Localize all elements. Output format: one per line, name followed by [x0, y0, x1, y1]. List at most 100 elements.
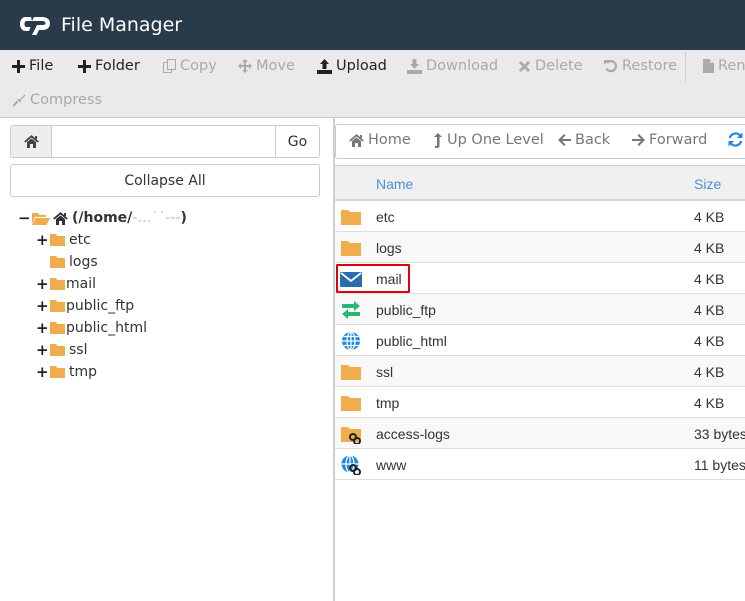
tree-root[interactable]: − (/home/‐…˙˙‐‐‐) [18, 207, 187, 229]
file-size: 4 KB [694, 209, 725, 225]
folder-icon [50, 322, 65, 334]
tree-item-public-html[interactable]: + public_html [18, 317, 187, 339]
table-row[interactable]: logs 4 KB [335, 232, 745, 263]
folder-icon [50, 234, 65, 246]
copy-icon [163, 59, 176, 73]
file-size: 33 bytes [694, 426, 745, 442]
table-header: Name Size [335, 166, 745, 201]
up-one-level-button[interactable]: Up One Level [433, 132, 544, 148]
file-name: ssl [376, 364, 394, 380]
toolbar: File Folder Copy Move Upload Download De… [0, 50, 745, 118]
folder-tree: − (/home/‐…˙˙‐‐‐) + etc logs + mail + pu… [18, 207, 187, 383]
file-size: 11 bytes [694, 457, 745, 473]
table-row[interactable]: mail 4 KB [335, 263, 745, 294]
expand-toggle[interactable]: + [36, 364, 49, 380]
restore-button[interactable]: Restore [604, 58, 677, 74]
file-size: 4 KB [694, 395, 725, 411]
expand-toggle[interactable]: + [36, 298, 49, 314]
back-button[interactable]: Back [558, 132, 610, 148]
download-button[interactable]: Download [407, 58, 498, 74]
compress-icon [13, 93, 26, 107]
path-home-button[interactable] [11, 126, 52, 157]
table-row[interactable]: tmp 4 KB [335, 387, 745, 418]
file-name: etc [376, 209, 395, 225]
folder-icon [50, 300, 65, 312]
upload-icon [317, 58, 332, 74]
column-header-size[interactable]: Size [694, 176, 721, 192]
path-input[interactable] [52, 126, 275, 157]
file-list-panel: Home Up One Level Back Forward Name Size… [335, 118, 745, 601]
folder-icon [341, 396, 361, 411]
rename-button[interactable]: Rena [703, 58, 745, 74]
toolbar-separator [685, 52, 686, 82]
go-button[interactable]: Go [275, 126, 319, 157]
table-row[interactable]: public_ftp 4 KB [335, 294, 745, 325]
undo-icon [604, 60, 617, 73]
path-bar: Go [10, 125, 320, 158]
file-name: logs [376, 240, 402, 256]
file-size: 4 KB [694, 333, 725, 349]
table-body: etc 4 KB logs 4 KB mail 4 KB public_ftp … [335, 201, 745, 480]
folder-link-icon [341, 427, 361, 444]
tree-item-logs[interactable]: logs [18, 251, 187, 273]
reload-button[interactable] [728, 132, 743, 147]
download-icon [407, 58, 422, 74]
file-name: public_ftp [376, 302, 436, 318]
table-row[interactable]: www 11 bytes [335, 449, 745, 480]
directory-tree-panel: Go Collapse All − (/home/‐…˙˙‐‐‐) + etc … [0, 118, 335, 601]
column-header-name[interactable]: Name [376, 176, 413, 192]
navigation-bar: Home Up One Level Back Forward [335, 124, 745, 159]
compress-button[interactable]: Compress [13, 92, 102, 108]
folder-open-icon [32, 212, 50, 225]
file-icon [703, 59, 714, 73]
arrow-left-icon [558, 134, 571, 146]
cpanel-logo-icon [20, 17, 50, 35]
forward-button[interactable]: Forward [632, 132, 707, 148]
file-size: 4 KB [694, 302, 725, 318]
plus-icon [12, 59, 25, 73]
upload-button[interactable]: Upload [317, 58, 387, 74]
expand-toggle[interactable]: + [36, 342, 49, 358]
close-icon [519, 60, 530, 72]
expand-toggle[interactable]: + [36, 232, 49, 248]
delete-button[interactable]: Delete [518, 58, 583, 74]
file-name: tmp [376, 395, 400, 411]
home-icon [53, 211, 68, 225]
new-folder-button[interactable]: Folder [78, 58, 140, 74]
tree-item-public-ftp[interactable]: + public_ftp [18, 295, 187, 317]
collapse-toggle[interactable]: − [18, 210, 31, 226]
file-size: 4 KB [694, 271, 725, 287]
globe-link-icon [341, 455, 361, 475]
arrow-right-icon [632, 134, 645, 146]
mail-icon [340, 272, 362, 287]
tree-item-tmp[interactable]: + tmp [18, 361, 187, 383]
table-row[interactable]: access-logs 33 bytes [335, 418, 745, 449]
expand-toggle[interactable]: + [36, 276, 49, 292]
app-title: File Manager [61, 14, 183, 36]
file-size: 4 KB [694, 240, 725, 256]
transfer-icon [342, 301, 360, 319]
app-header: File Manager [0, 0, 745, 50]
file-size: 4 KB [694, 364, 725, 380]
table-row[interactable]: ssl 4 KB [335, 356, 745, 387]
folder-icon [50, 256, 65, 268]
table-row[interactable]: etc 4 KB [335, 201, 745, 232]
expand-toggle[interactable]: + [36, 320, 49, 336]
file-name: mail [376, 271, 402, 287]
redacted-username: ‐…˙˙‐‐‐ [132, 210, 181, 226]
tree-item-etc[interactable]: + etc [18, 229, 187, 251]
folder-icon [341, 241, 361, 256]
plus-icon [78, 59, 91, 73]
move-icon [238, 59, 252, 73]
tree-item-ssl[interactable]: + ssl [18, 339, 187, 361]
table-row[interactable]: public_html 4 KB [335, 325, 745, 356]
home-icon [23, 135, 39, 148]
new-file-button[interactable]: File [12, 58, 53, 74]
home-button[interactable]: Home [349, 132, 411, 148]
tree-item-mail[interactable]: + mail [18, 273, 187, 295]
copy-button[interactable]: Copy [163, 58, 217, 74]
folder-icon [341, 210, 361, 225]
move-button[interactable]: Move [238, 58, 295, 74]
home-icon [349, 133, 364, 147]
collapse-all-button[interactable]: Collapse All [10, 164, 320, 197]
